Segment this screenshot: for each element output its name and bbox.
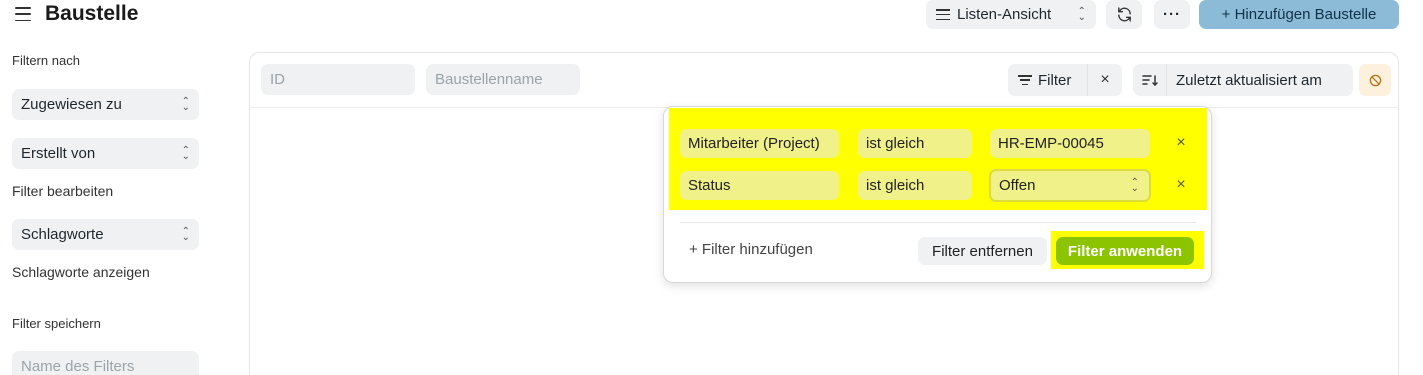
filter-button[interactable]: Filter [1008,64,1088,96]
filter-row-2-field-select[interactable]: Status [680,171,839,200]
apply-filters-button[interactable]: Filter anwenden [1056,237,1194,265]
popover-divider [680,222,1196,223]
filter-row-1-field-select[interactable]: Mitarbeiter (Project) [680,129,839,158]
view-switcher-label: Listen-Ansicht [957,6,1052,23]
tags-select[interactable]: Schlagworte ⌃ ⌄ [12,219,199,250]
id-filter-input[interactable]: ID [261,64,415,95]
view-switcher-button[interactable]: Listen-Ansicht ⌃ ⌄ [926,0,1096,29]
filter-name-input[interactable]: Name des Filters [12,351,199,375]
updown-chevron-icon: ⌃ ⌄ [181,144,190,162]
top-bar: Baustelle Listen-Ansicht ⌃ ⌄ ··· + Hinzuf… [0,0,1423,30]
page-title: Baustelle [45,2,139,25]
add-filter-button[interactable]: + Filter hinzufügen [689,241,813,258]
filter-by-label: Filtern nach [12,53,80,68]
filter-button-group: Filter × [1008,64,1122,96]
filter-row-2-value-select[interactable]: Offen ⌃ ⌄ [989,169,1151,202]
updown-chevron-icon: ⌃ ⌄ [181,95,190,113]
refresh-icon [1117,7,1131,22]
remove-filter-row-2-close-icon[interactable]: × [1174,176,1188,194]
refresh-button[interactable] [1106,0,1142,29]
assigned-to-select[interactable]: Zugewiesen zu ⌃ ⌄ [12,89,199,120]
updown-chevron-icon: ⌃ ⌄ [1077,5,1086,23]
filter-icon [1018,75,1032,85]
ban-icon [1369,74,1381,86]
filter-row-1-operator-select[interactable]: ist gleich [858,129,972,158]
sort-direction-button[interactable] [1133,64,1167,96]
updown-chevron-icon: ⌃ ⌄ [181,225,190,243]
sort-descending-icon [1141,75,1158,87]
clear-sort-button[interactable] [1359,64,1391,96]
sort-field-button[interactable]: Zuletzt aktualisiert am [1167,72,1322,89]
edit-filters-link[interactable]: Filter bearbeiten [12,183,113,199]
filter-button-label: Filter [1038,71,1072,89]
save-filter-label: Filter speichern [12,316,101,331]
list-icon [936,9,950,20]
created-by-label: Erstellt von [21,145,96,162]
clear-filters-close-icon[interactable]: × [1088,71,1122,89]
updown-chevron-icon: ⌃ ⌄ [1130,176,1139,194]
sort-button-group: Zuletzt aktualisiert am [1133,64,1353,96]
filter-row-2-value-label: Offen [999,177,1036,194]
add-baustelle-button[interactable]: + Hinzufügen Baustelle [1199,0,1399,29]
filter-row-1-value-input[interactable]: HR-EMP-00045 [990,129,1150,158]
remove-filter-row-1-close-icon[interactable]: × [1174,134,1188,152]
tags-label: Schlagworte [21,226,104,243]
hamburger-menu-icon[interactable] [14,5,32,23]
more-options-button[interactable]: ··· [1154,0,1190,29]
remove-filters-button[interactable]: Filter entfernen [918,237,1047,265]
created-by-select[interactable]: Erstellt von ⌃ ⌄ [12,138,199,169]
show-tags-link[interactable]: Schlagworte anzeigen [12,264,150,280]
filter-row-2-operator-select[interactable]: ist gleich [858,171,972,200]
baustellenname-filter-input[interactable]: Baustellenname [426,64,580,95]
assigned-to-label: Zugewiesen zu [21,96,122,113]
